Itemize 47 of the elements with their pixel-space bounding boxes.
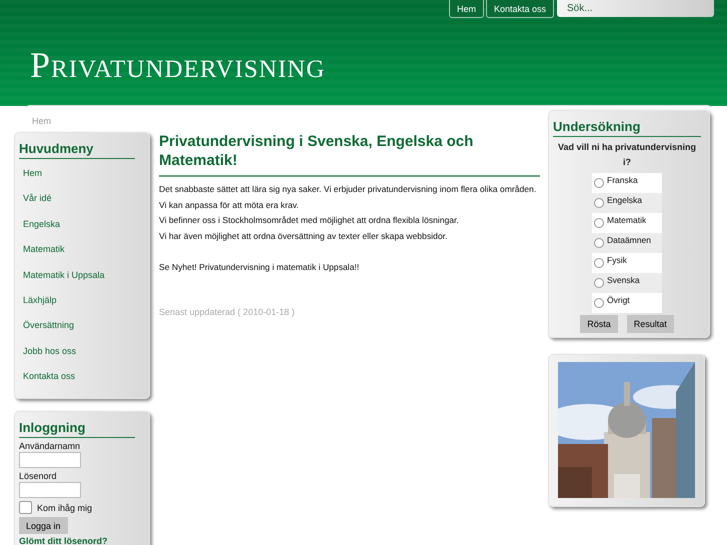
password-label: Lösenord: [19, 471, 58, 481]
article-paragraph: Det snabbaste sättet att lära sig nya saker. Vi erbjuder privatundervisning inom flera olika områden. Vi kan anpassa för att möta era krav.: [159, 183, 538, 212]
forgot-password-link[interactable]: Glömt ditt lösenord?: [19, 536, 135, 545]
username-field[interactable]: [19, 452, 81, 468]
username-label: Användarnamn: [19, 441, 82, 451]
option-label: Svenska: [607, 275, 640, 285]
article-paragraph: Vi har även möjlighet att ordna översättning av texter eller skapa webbsidor.: [159, 230, 448, 243]
nav-button[interactable]: Kontakta oss: [486, 0, 554, 18]
menu-link[interactable]: Vår idé: [23, 192, 52, 204]
option-label: Fysik: [607, 255, 627, 265]
option-label: Engelska: [607, 195, 642, 205]
password-field[interactable]: [19, 482, 81, 498]
option-label: Dataämnen: [607, 235, 651, 245]
article-paragraph: Vi befinner oss i Stockholmsområdet med möjlighet att ordna flexibla lösningar.: [159, 214, 460, 227]
remember-checkbox[interactable]: [19, 501, 32, 514]
menu-link[interactable]: Översättning: [23, 319, 74, 332]
poll-button[interactable]: Rösta: [580, 315, 618, 333]
menu-link[interactable]: Läxhjälp: [23, 294, 57, 306]
option-label: Franska: [607, 175, 638, 185]
login-heading: Inloggning: [19, 414, 135, 438]
menu-link[interactable]: Matematik: [23, 243, 65, 256]
remember-label: Kom ihåg mig: [37, 502, 92, 512]
radio-button[interactable]: [594, 198, 604, 208]
radio-button[interactable]: [594, 178, 604, 188]
radio-button[interactable]: [594, 298, 604, 308]
menu-link[interactable]: Hem: [23, 167, 42, 179]
poll-heading: Undersökning: [553, 113, 701, 137]
menu-link[interactable]: Matematik i Uppsala: [23, 268, 105, 281]
search-field[interactable]: Sök...: [557, 0, 714, 17]
site-title: Privatundervisning: [30, 44, 326, 86]
poll-question: Vad vill ni ha privatundervisning i?: [556, 141, 698, 169]
radio-button[interactable]: [594, 218, 604, 228]
article-title: Privatundervisning i Svenska, Engelska och Matematik!: [159, 132, 540, 177]
poll-button[interactable]: Resultat: [626, 315, 674, 333]
article-paragraph: Se Nyhet! Privatundervisning i matematik i Uppsala!!: [159, 260, 360, 274]
menu-link[interactable]: Engelska: [23, 218, 60, 230]
menu-link[interactable]: Jobb hos oss: [23, 344, 76, 357]
radio-button[interactable]: [594, 238, 604, 248]
radio-button[interactable]: [594, 258, 604, 268]
radio-button[interactable]: [594, 278, 604, 288]
option-label: Övrigt: [607, 295, 630, 305]
login-button[interactable]: Logga in: [19, 517, 68, 534]
menu-heading: Huvudmeny: [19, 135, 135, 159]
last-updated: Senast uppdaterad ( 2010-01-18 ): [159, 307, 296, 317]
menu-link[interactable]: Kontakta oss: [23, 370, 76, 382]
option-label: Matematik: [607, 215, 646, 225]
nav-button[interactable]: Hem: [448, 0, 484, 18]
